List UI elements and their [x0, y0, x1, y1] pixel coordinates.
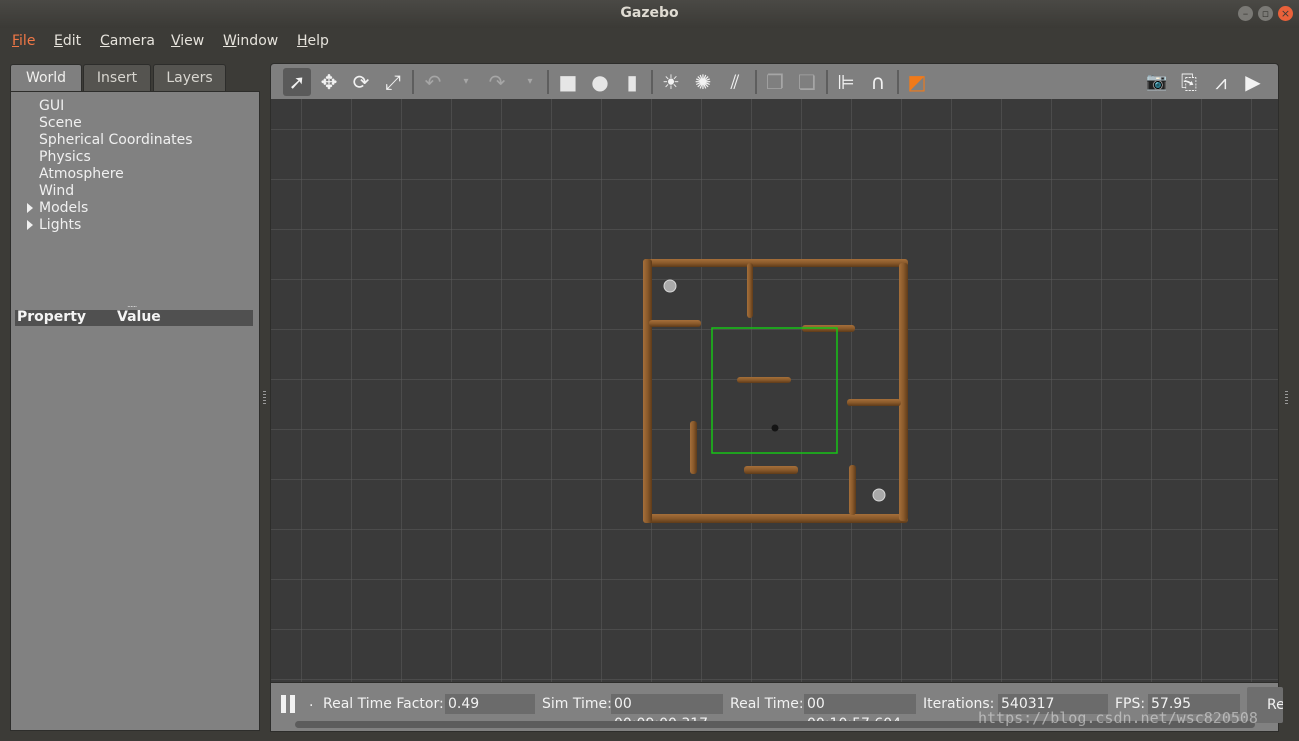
undo-dropdown-icon[interactable]: ▾	[459, 68, 473, 96]
robot-model[interactable]	[771, 424, 779, 432]
maze-wall[interactable]	[849, 465, 856, 515]
menu-file[interactable]: File	[12, 33, 35, 49]
tree-item-models[interactable]: Models	[39, 200, 88, 216]
copy-icon[interactable]: ❐	[761, 68, 789, 96]
real-time-value: 00 00:10:57.604	[804, 694, 916, 732]
menu-camera[interactable]: Camera	[100, 33, 155, 49]
box-shape-icon[interactable]: ■	[554, 68, 582, 96]
real-time-label: Real Time:	[730, 696, 804, 712]
sim-time-value: 00 00:09:00.317	[611, 694, 723, 732]
view-angle-icon[interactable]: ◩	[903, 68, 931, 96]
minimize-icon[interactable]: –	[1238, 6, 1253, 21]
maze-wall[interactable]	[690, 421, 697, 474]
rotate-icon[interactable]: ⟳	[347, 68, 375, 96]
select-arrow-icon[interactable]: ➚	[283, 68, 311, 96]
tree-item-gui[interactable]: GUI	[39, 98, 64, 114]
toolbar-separator	[547, 70, 549, 94]
menu-edit[interactable]: Edit	[54, 33, 81, 49]
value-column-header: Value	[117, 309, 161, 325]
cylinder-shape-icon[interactable]: ▮	[618, 68, 646, 96]
snap-magnet-icon[interactable]: ∩	[864, 68, 892, 96]
toolbar-separator	[412, 70, 414, 94]
screenshot-camera-icon[interactable]: 📷	[1143, 68, 1171, 96]
redo-icon[interactable]: ↷	[483, 68, 511, 96]
maze-wall[interactable]	[899, 263, 908, 521]
menu-window[interactable]: Window	[223, 33, 278, 49]
tab-layers[interactable]: Layers	[153, 64, 226, 91]
toolbar-separator	[755, 70, 757, 94]
cylinder-object[interactable]	[872, 488, 886, 502]
real-time-factor-value: 0.49	[445, 694, 535, 714]
tab-insert[interactable]: Insert	[83, 64, 151, 91]
scene-viewport[interactable]	[270, 99, 1279, 682]
directional-light-icon[interactable]: ⫽	[721, 68, 749, 96]
maze-wall[interactable]	[847, 399, 901, 406]
log-icon[interactable]: ⎘	[1175, 68, 1203, 96]
tree-item-physics[interactable]: Physics	[39, 149, 91, 165]
real-time-factor-label: Real Time Factor:	[323, 696, 444, 712]
redo-dropdown-icon[interactable]: ▾	[523, 68, 537, 96]
right-panel-resize-grip[interactable]	[1285, 391, 1288, 405]
tree-item-wind[interactable]: Wind	[39, 183, 74, 199]
panel-splitter-handle[interactable]: ......	[127, 300, 137, 309]
toolbar-separator	[651, 70, 653, 94]
expand-models-icon[interactable]	[27, 203, 33, 213]
tree-item-atmosphere[interactable]: Atmosphere	[39, 166, 124, 182]
maze-wall[interactable]	[643, 259, 652, 523]
tree-item-scene[interactable]: Scene	[39, 115, 82, 131]
pause-icon[interactable]	[281, 695, 297, 713]
sphere-shape-icon[interactable]: ●	[586, 68, 614, 96]
step-button[interactable]: .	[309, 694, 313, 710]
menu-view[interactable]: View	[171, 33, 204, 49]
world-panel: GUI Scene Spherical Coordinates Physics …	[10, 91, 260, 731]
menu-bar: File Edit Camera View Window Help	[0, 28, 1299, 55]
left-panel-resize-grip[interactable]	[263, 391, 266, 405]
property-table-header: Property Value	[15, 309, 253, 326]
maze-wall[interactable]	[744, 466, 798, 474]
cylinder-object[interactable]	[663, 279, 677, 293]
watermark-text: https://blog.csdn.net/wsc820508	[978, 709, 1258, 727]
translate-icon[interactable]: ✥	[315, 68, 343, 96]
paste-icon[interactable]: ❏	[793, 68, 821, 96]
window-titlebar: Gazebo – ▫ ×	[0, 0, 1299, 29]
selection-bounding-box	[711, 327, 838, 454]
tree-item-spherical-coordinates[interactable]: Spherical Coordinates	[39, 132, 193, 148]
maze-wall[interactable]	[643, 514, 908, 523]
video-record-icon[interactable]: ▶	[1239, 68, 1267, 96]
plot-icon[interactable]: ⩘	[1207, 68, 1235, 96]
maze-wall[interactable]	[747, 263, 753, 318]
property-column-header: Property	[17, 309, 87, 325]
sim-time-label: Sim Time:	[542, 696, 612, 712]
align-icon[interactable]: ⊫	[832, 68, 860, 96]
point-light-icon[interactable]: ☀	[657, 68, 685, 96]
undo-icon[interactable]: ↶	[419, 68, 447, 96]
maximize-icon[interactable]: ▫	[1258, 6, 1273, 21]
toolbar-separator	[826, 70, 828, 94]
maze-wall[interactable]	[643, 259, 908, 267]
scene-render[interactable]	[271, 99, 1279, 682]
maze-wall[interactable]	[737, 377, 791, 383]
spot-light-icon[interactable]: ✺	[689, 68, 717, 96]
window-title: Gazebo	[620, 5, 679, 21]
menu-help[interactable]: Help	[297, 33, 329, 49]
tree-item-lights[interactable]: Lights	[39, 217, 81, 233]
scene-toolbar: ➚ ✥ ⟳ ⤢ ↶ ▾ ↷ ▾ ■ ● ▮ ☀ ✺ ⫽ ❐ ❏ ⊫ ∩ ◩ 📷 …	[270, 63, 1279, 99]
maze-wall[interactable]	[649, 320, 701, 327]
scale-icon[interactable]: ⤢	[379, 68, 407, 96]
expand-lights-icon[interactable]	[27, 220, 33, 230]
toolbar-separator	[897, 70, 899, 94]
tab-world[interactable]: World	[10, 64, 82, 92]
close-icon[interactable]: ×	[1278, 6, 1293, 21]
